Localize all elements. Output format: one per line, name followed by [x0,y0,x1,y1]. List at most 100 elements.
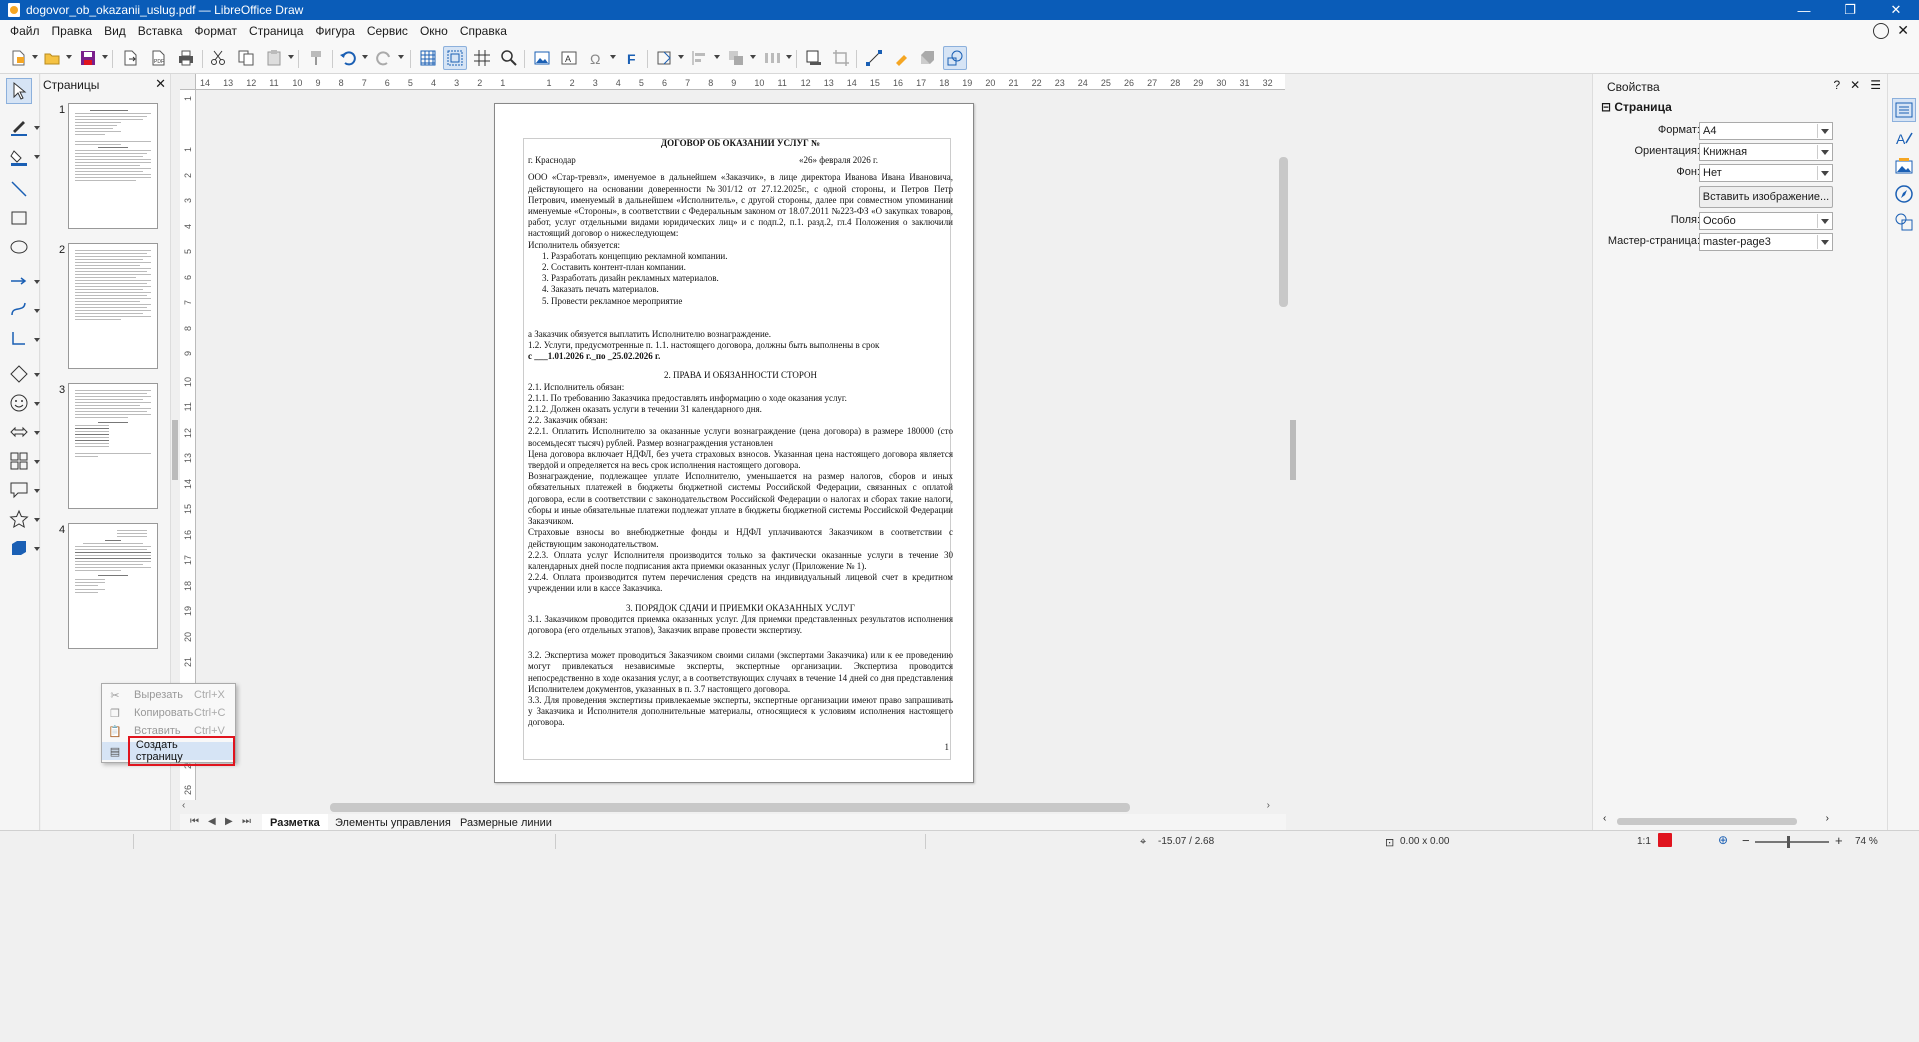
margins-select[interactable]: Особо [1699,212,1833,230]
scroll-left-arrow-icon[interactable]: ‹ [1603,813,1606,824]
open-dropdown-arrow[interactable] [66,55,72,59]
arrow-line-icon[interactable] [6,268,32,294]
align-objects-icon[interactable] [688,46,712,70]
scroll-left-arrow-icon[interactable]: ‹ [182,800,185,811]
zoom-slider[interactable] [1755,836,1829,848]
first-tab-icon[interactable]: ⏮ [190,816,199,827]
save-dropdown-arrow[interactable] [102,55,108,59]
maximize-button[interactable]: ❐ [1827,0,1873,20]
symbol-shapes-dropdown-arrow[interactable] [34,402,40,406]
save-icon[interactable] [76,46,100,70]
background-select[interactable]: Нет [1699,164,1833,182]
crop-icon[interactable] [829,46,853,70]
menu-insert[interactable]: Вставка [132,20,189,42]
cut-icon[interactable] [206,46,230,70]
line-color-dropdown-arrow[interactable] [34,126,40,130]
fill-color-dropdown-arrow[interactable] [34,155,40,159]
sidebar-scrollbar-thumb[interactable] [1617,818,1797,825]
insert-textbox-icon[interactable]: A [557,46,581,70]
last-tab-icon[interactable]: ⏭ [242,816,251,827]
menu-edit[interactable]: Правка [46,20,99,42]
glue-points-icon[interactable] [889,46,913,70]
undo-icon[interactable] [336,46,360,70]
callout-icon[interactable] [6,477,32,503]
ellipse-icon[interactable] [6,234,32,260]
menu-page[interactable]: Страница [243,20,309,42]
next-tab-icon[interactable]: ▶ [225,816,233,827]
toggle-extrusion-icon[interactable] [916,46,940,70]
new-document-icon[interactable] [6,46,30,70]
points-icon[interactable] [862,46,886,70]
page-thumbnail-4[interactable] [68,523,158,649]
page-section-heading[interactable]: ⊟ Страница [1601,100,1672,114]
horizontal-scrollbar-thumb[interactable] [330,803,1130,812]
document-page[interactable]: ДОГОВОР ОБ ОКАЗАНИИ УСЛУГ № г. Краснодар… [494,103,974,783]
scale-label[interactable]: 1:1 [1637,836,1651,847]
pages-panel-collapse-handle[interactable] [172,420,178,480]
redo-icon[interactable] [372,46,396,70]
menu-item-new-page[interactable]: ▤ Создать страницу [102,736,235,766]
shapes-deck-icon[interactable] [1892,210,1916,234]
globe-icon[interactable] [1873,23,1889,39]
show-draw-functions-icon[interactable] [943,46,967,70]
block-arrows-dropdown-arrow[interactable] [34,431,40,435]
help-icon[interactable]: ? [1833,78,1840,92]
scroll-right-arrow-icon[interactable]: › [1826,813,1829,824]
shadow-icon[interactable] [802,46,826,70]
menu-item-cut[interactable]: ✂ Вырезать Ctrl+X [102,686,235,704]
menu-file[interactable]: Файл [4,20,46,42]
zoom-out-button[interactable]: − [1742,833,1750,848]
paste-icon[interactable] [262,46,286,70]
format-select[interactable]: A4 [1699,122,1833,140]
copy-icon[interactable] [234,46,258,70]
stars-dropdown-arrow[interactable] [34,518,40,522]
callout-dropdown-arrow[interactable] [34,489,40,493]
insert-image-icon[interactable] [530,46,554,70]
open-folder-icon[interactable] [40,46,64,70]
special-character-dropdown-arrow[interactable] [610,55,616,59]
new-dropdown-arrow[interactable] [32,55,38,59]
print-icon[interactable] [174,46,198,70]
distribute-dropdown-arrow[interactable] [786,55,792,59]
minimize-button[interactable]: — [1781,0,1827,20]
transformations-dropdown-arrow[interactable] [678,55,684,59]
paste-dropdown-arrow[interactable] [288,55,294,59]
flowchart-icon[interactable] [6,448,32,474]
grid-icon[interactable] [416,46,440,70]
line-tool-icon[interactable] [6,176,32,202]
page-thumbnail-3[interactable] [68,383,158,509]
fontwork-icon[interactable]: F [620,46,644,70]
horizontal-ruler[interactable]: 14 13 12 11 10 9 8 7 6 5 4 3 2 1 1 2 3 4 5 6 7 8 9 10 11 12 13 14 15… [196,74,1285,90]
menu-help[interactable]: Справка [454,20,513,42]
master-page-select[interactable]: master-page3 [1699,233,1833,251]
sidebar-horizontal-scrollbar[interactable]: ‹ › [1603,813,1829,826]
transformations-icon[interactable] [652,46,676,70]
helplines-icon[interactable] [443,46,467,70]
menu-tools[interactable]: Сервис [361,20,414,42]
flowchart-dropdown-arrow[interactable] [34,460,40,464]
orientation-select[interactable]: Книжная [1699,143,1833,161]
close-window-button[interactable]: ✕ [1873,0,1919,20]
scroll-right-arrow-icon[interactable]: › [1267,800,1270,811]
line-color-icon[interactable] [6,114,32,140]
fit-page-icon[interactable]: ⊕ [1718,833,1728,847]
snap-guides-icon[interactable] [470,46,494,70]
zoom-percentage[interactable]: 74 % [1855,836,1878,847]
basic-shapes-icon[interactable] [6,361,32,387]
navigator-deck-icon[interactable] [1892,182,1916,206]
basic-shapes-dropdown-arrow[interactable] [34,373,40,377]
close-document-button[interactable]: ✕ [1897,22,1909,39]
styles-deck-icon[interactable]: A [1892,126,1916,150]
symbol-shapes-icon[interactable] [6,390,32,416]
page-thumbnail-1[interactable] [68,103,158,229]
zoom-pan-icon[interactable] [497,46,521,70]
curve-icon[interactable] [6,296,32,322]
block-arrows-icon[interactable] [6,419,32,445]
drawing-canvas[interactable]: ДОГОВОР ОБ ОКАЗАНИИ УСЛУГ № г. Краснодар… [196,90,1285,800]
previous-tab-icon[interactable]: ◀ [208,816,216,827]
gallery-deck-icon[interactable] [1892,154,1916,178]
export-pdf-icon[interactable]: PDF [146,46,170,70]
menu-window[interactable]: Окно [414,20,454,42]
arrange-dropdown-arrow[interactable] [750,55,756,59]
undo-dropdown-arrow[interactable] [362,55,368,59]
